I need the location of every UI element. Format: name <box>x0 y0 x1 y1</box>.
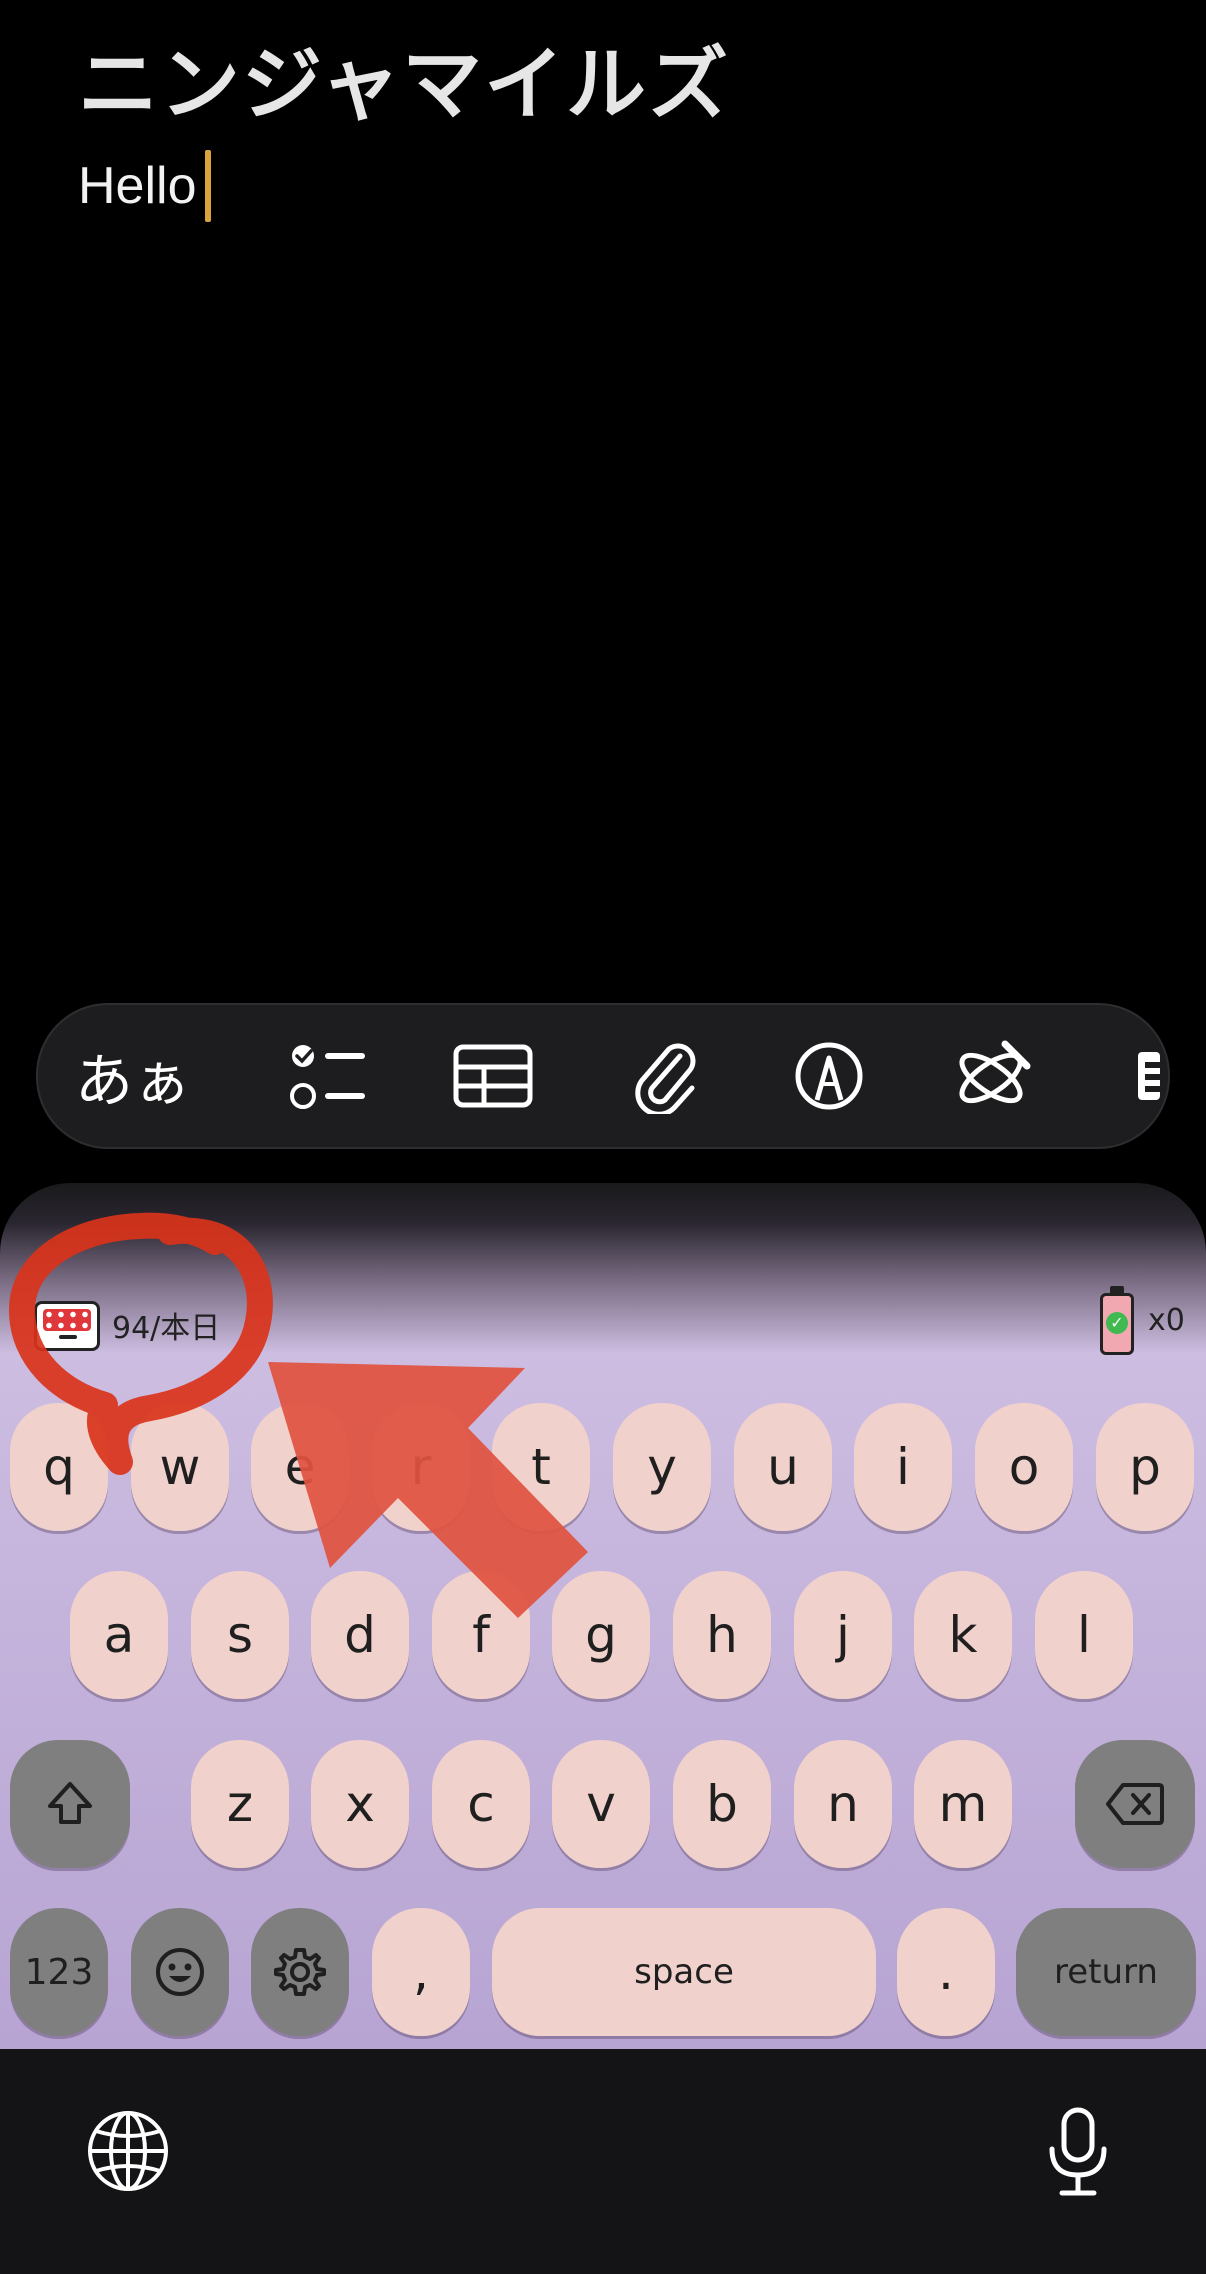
key-p[interactable]: p <box>1096 1403 1194 1531</box>
comma-key[interactable]: , <box>372 1908 470 2036</box>
period-key[interactable]: . <box>897 1908 995 2036</box>
emoji-key[interactable] <box>131 1908 229 2036</box>
keyboard-system-bar <box>0 2049 1206 2274</box>
key-t[interactable]: t <box>492 1403 590 1531</box>
numbers-key[interactable]: 123 <box>10 1908 108 2036</box>
text-style-label: あぁ <box>74 1047 191 1115</box>
key-r[interactable]: r <box>372 1403 470 1531</box>
key-q[interactable]: q <box>10 1403 108 1531</box>
key-h[interactable]: h <box>673 1571 771 1699</box>
keyboard-app-icon[interactable] <box>34 1301 100 1351</box>
text-style-button[interactable]: あぁ <box>68 1005 198 1147</box>
key-m[interactable]: m <box>914 1740 1012 1868</box>
key-i[interactable]: i <box>854 1403 952 1531</box>
shift-icon <box>48 1782 92 1824</box>
key-b[interactable]: b <box>673 1740 771 1868</box>
markup-button[interactable] <box>764 1005 894 1147</box>
space-key[interactable]: space <box>492 1908 876 2036</box>
shift-key[interactable] <box>10 1740 130 1868</box>
emoji-icon <box>156 1948 204 1996</box>
battery-icon: ✓ <box>1100 1286 1134 1355</box>
keyboard-status-row: 94/本日 ✓ x0 <box>0 1286 1206 1371</box>
gear-icon <box>274 1948 326 1996</box>
key-a[interactable]: a <box>70 1571 168 1699</box>
key-j[interactable]: j <box>794 1571 892 1699</box>
more-tools-icon <box>1138 1052 1160 1100</box>
settings-key[interactable] <box>251 1908 349 2036</box>
note-body-text: Hello <box>78 157 197 215</box>
key-g[interactable]: g <box>552 1571 650 1699</box>
text-cursor <box>204 150 211 222</box>
custom-keyboard: 94/本日 ✓ x0 q w e r t y u i o p a s d f g… <box>0 1183 1206 2049</box>
key-c[interactable]: c <box>432 1740 530 1868</box>
key-z[interactable]: z <box>191 1740 289 1868</box>
key-v[interactable]: v <box>552 1740 650 1868</box>
table-button[interactable] <box>428 1005 558 1147</box>
checklist-button[interactable] <box>264 1005 394 1147</box>
key-n[interactable]: n <box>794 1740 892 1868</box>
microphone-icon[interactable] <box>1046 2107 1110 2197</box>
key-x[interactable]: x <box>311 1740 409 1868</box>
note-body[interactable]: Hello <box>78 150 211 222</box>
table-icon <box>453 1044 533 1108</box>
key-k[interactable]: k <box>914 1571 1012 1699</box>
usage-count-label: 94/本日 <box>112 1311 221 1346</box>
key-l[interactable]: l <box>1035 1571 1133 1699</box>
note-title[interactable]: ニンジャマイルズ <box>78 20 730 136</box>
key-u[interactable]: u <box>734 1403 832 1531</box>
return-key[interactable]: return <box>1016 1908 1196 2036</box>
key-f[interactable]: f <box>432 1571 530 1699</box>
markup-pen-icon <box>795 1042 863 1110</box>
key-o[interactable]: o <box>975 1403 1073 1531</box>
key-e[interactable]: e <box>251 1403 349 1531</box>
writing-tools-icon <box>959 1040 1031 1104</box>
delete-icon <box>1106 1783 1164 1825</box>
apple-intelligence-button[interactable] <box>928 1005 1058 1147</box>
key-s[interactable]: s <box>191 1571 289 1699</box>
checklist-icon <box>290 1045 365 1109</box>
paperclip-icon <box>635 1043 696 1114</box>
battery-multiplier-label: x0 <box>1148 1303 1185 1338</box>
attachment-button[interactable] <box>602 1005 732 1147</box>
key-d[interactable]: d <box>311 1571 409 1699</box>
key-y[interactable]: y <box>613 1403 711 1531</box>
formatting-toolbar: あぁ <box>36 1003 1170 1149</box>
key-w[interactable]: w <box>131 1403 229 1531</box>
globe-icon[interactable] <box>86 2109 170 2193</box>
delete-key[interactable] <box>1075 1740 1195 1868</box>
more-tools-button[interactable] <box>1128 1005 1168 1147</box>
